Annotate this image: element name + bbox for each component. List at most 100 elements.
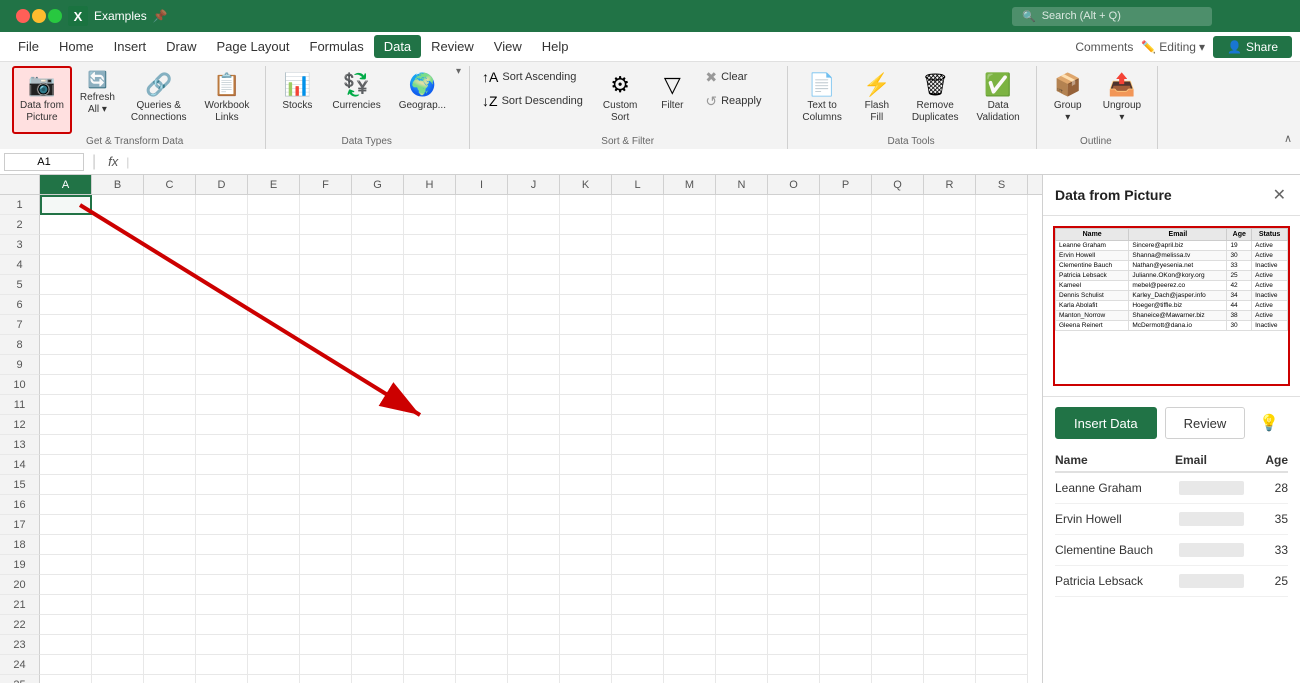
- list-item[interactable]: [196, 595, 248, 615]
- list-item[interactable]: [768, 335, 820, 355]
- list-item[interactable]: [560, 315, 612, 335]
- list-item[interactable]: [248, 395, 300, 415]
- list-item[interactable]: [300, 335, 352, 355]
- list-item[interactable]: [560, 255, 612, 275]
- list-item[interactable]: [92, 395, 144, 415]
- list-item[interactable]: [40, 375, 92, 395]
- list-item[interactable]: [872, 355, 924, 375]
- list-item[interactable]: [716, 315, 768, 335]
- list-item[interactable]: [716, 275, 768, 295]
- list-item[interactable]: [820, 295, 872, 315]
- list-item[interactable]: [300, 355, 352, 375]
- list-item[interactable]: [924, 395, 976, 415]
- list-item[interactable]: [716, 655, 768, 675]
- row-header-10[interactable]: 10: [0, 375, 40, 395]
- list-item[interactable]: [40, 255, 92, 275]
- row-header-14[interactable]: 14: [0, 455, 40, 475]
- list-item[interactable]: [560, 415, 612, 435]
- list-item[interactable]: [352, 475, 404, 495]
- list-item[interactable]: [196, 535, 248, 555]
- list-item[interactable]: [820, 415, 872, 435]
- list-item[interactable]: [352, 255, 404, 275]
- list-item[interactable]: [664, 635, 716, 655]
- list-item[interactable]: [144, 655, 196, 675]
- list-item[interactable]: [144, 515, 196, 535]
- list-item[interactable]: [92, 435, 144, 455]
- list-item[interactable]: [404, 235, 456, 255]
- list-item[interactable]: [456, 675, 508, 683]
- list-item[interactable]: [456, 355, 508, 375]
- list-item[interactable]: [248, 295, 300, 315]
- list-item[interactable]: [612, 495, 664, 515]
- list-item[interactable]: [924, 375, 976, 395]
- data-types-expand[interactable]: ▾: [456, 66, 461, 77]
- list-item[interactable]: [92, 275, 144, 295]
- list-item[interactable]: [300, 675, 352, 683]
- menu-insert[interactable]: Insert: [104, 35, 157, 58]
- list-item[interactable]: [456, 575, 508, 595]
- list-item[interactable]: [196, 315, 248, 335]
- list-item[interactable]: [196, 275, 248, 295]
- row-header-18[interactable]: 18: [0, 535, 40, 555]
- list-item[interactable]: [92, 575, 144, 595]
- list-item[interactable]: [300, 435, 352, 455]
- list-item[interactable]: [872, 615, 924, 635]
- list-item[interactable]: [612, 315, 664, 335]
- list-item[interactable]: [352, 655, 404, 675]
- list-item[interactable]: [40, 675, 92, 683]
- list-item[interactable]: [92, 375, 144, 395]
- list-item[interactable]: [144, 275, 196, 295]
- list-item[interactable]: [716, 615, 768, 635]
- list-item[interactable]: [664, 375, 716, 395]
- list-item[interactable]: [612, 375, 664, 395]
- list-item[interactable]: [976, 275, 1028, 295]
- remove-duplicates-btn[interactable]: 🗑 RemoveDuplicates: [904, 66, 967, 134]
- list-item[interactable]: [352, 595, 404, 615]
- list-item[interactable]: [976, 595, 1028, 615]
- queries-connections-btn[interactable]: 🔗 Queries &Connections: [123, 66, 195, 134]
- list-item[interactable]: [92, 255, 144, 275]
- list-item[interactable]: [40, 575, 92, 595]
- list-item[interactable]: [352, 675, 404, 683]
- list-item[interactable]: [456, 495, 508, 515]
- list-item[interactable]: [352, 535, 404, 555]
- list-item[interactable]: [456, 215, 508, 235]
- stocks-btn[interactable]: 📊 Stocks: [272, 66, 322, 134]
- list-item[interactable]: [716, 395, 768, 415]
- row-header-17[interactable]: 17: [0, 515, 40, 535]
- list-item[interactable]: [352, 615, 404, 635]
- list-item[interactable]: [300, 235, 352, 255]
- list-item[interactable]: [508, 675, 560, 683]
- list-item[interactable]: [404, 655, 456, 675]
- list-item[interactable]: [872, 595, 924, 615]
- custom-sort-btn[interactable]: ⚙ CustomSort: [595, 66, 645, 134]
- list-item[interactable]: [456, 415, 508, 435]
- list-item[interactable]: [352, 195, 404, 215]
- list-item[interactable]: [976, 375, 1028, 395]
- list-item[interactable]: [664, 235, 716, 255]
- list-item[interactable]: [352, 235, 404, 255]
- list-item[interactable]: [92, 535, 144, 555]
- list-item[interactable]: [768, 495, 820, 515]
- list-item[interactable]: [404, 535, 456, 555]
- col-header-I[interactable]: I: [456, 175, 508, 194]
- list-item[interactable]: [40, 475, 92, 495]
- list-item[interactable]: [404, 275, 456, 295]
- list-item[interactable]: [820, 575, 872, 595]
- list-item[interactable]: [92, 355, 144, 375]
- list-item[interactable]: [404, 455, 456, 475]
- list-item[interactable]: [924, 555, 976, 575]
- list-item[interactable]: [508, 255, 560, 275]
- list-item[interactable]: [508, 515, 560, 535]
- list-item[interactable]: [404, 595, 456, 615]
- list-item[interactable]: [768, 575, 820, 595]
- list-item[interactable]: [508, 235, 560, 255]
- list-item[interactable]: [664, 655, 716, 675]
- list-item[interactable]: [560, 435, 612, 455]
- list-item[interactable]: [456, 635, 508, 655]
- list-item[interactable]: [508, 495, 560, 515]
- list-item[interactable]: [300, 615, 352, 635]
- list-item[interactable]: [300, 635, 352, 655]
- lightbulb-btn[interactable]: 💡: [1253, 407, 1285, 439]
- list-item[interactable]: [508, 475, 560, 495]
